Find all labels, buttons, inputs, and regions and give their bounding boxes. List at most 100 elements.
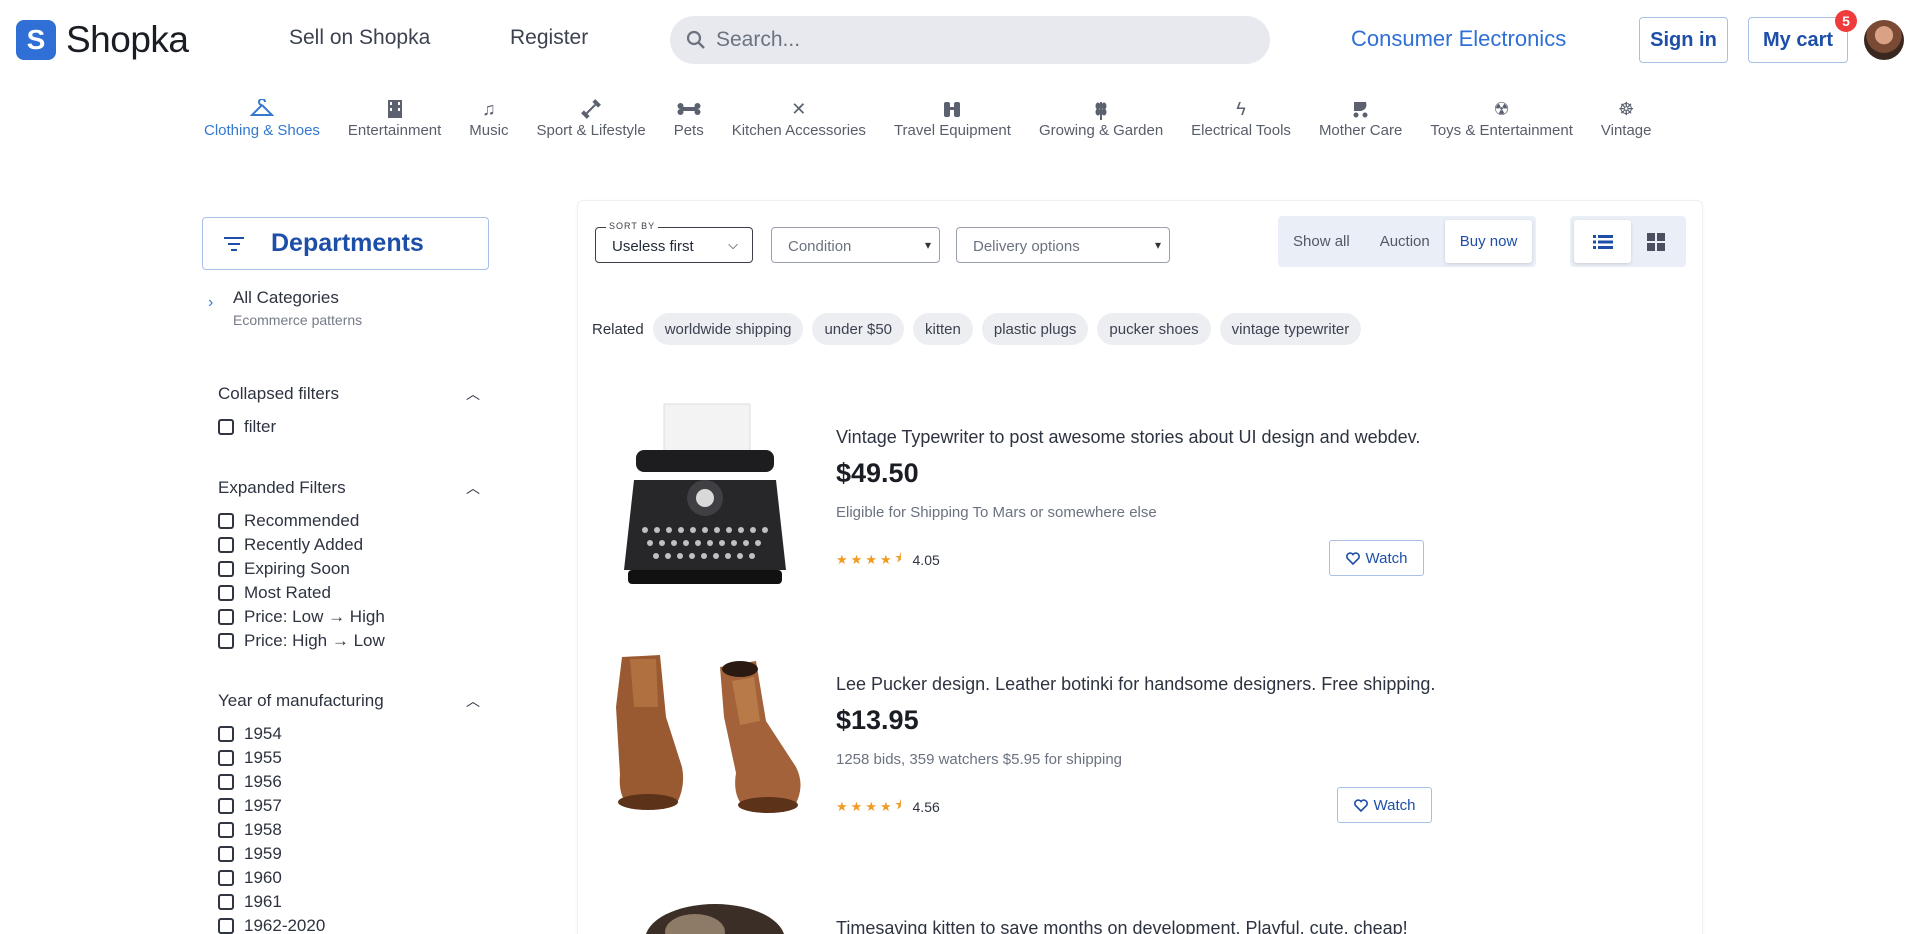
- checkbox[interactable]: [218, 633, 234, 649]
- filter-group-title: Year of manufacturing: [218, 691, 384, 710]
- checkbox[interactable]: [218, 561, 234, 577]
- related-chip[interactable]: plastic plugs: [981, 313, 1089, 345]
- related-chip[interactable]: kitten: [913, 313, 973, 345]
- product-title[interactable]: Timesaving kitten to save months on deve…: [836, 918, 1408, 934]
- filter-checkbox[interactable]: 1960: [218, 866, 486, 890]
- filter-group-collapsed: Collapsed filters ︿ filter: [218, 383, 486, 439]
- filter-checkbox[interactable]: Price: High → Low: [218, 629, 486, 653]
- kitten-image[interactable]: [600, 880, 810, 934]
- chevron-up-icon[interactable]: ︿: [466, 478, 480, 498]
- shopka-logo[interactable]: S Shopka: [16, 19, 189, 61]
- category-label: Kitchen Accessories: [731, 122, 866, 139]
- filter-checkbox[interactable]: Recently Added: [218, 533, 486, 557]
- watch-button[interactable]: Watch: [1329, 540, 1424, 576]
- category-electrical-tools[interactable]: ϟ Electrical Tools: [1177, 98, 1305, 146]
- category-label: Mother Care: [1318, 122, 1403, 139]
- chevron-up-icon[interactable]: ︿: [466, 691, 480, 711]
- product-title[interactable]: Vintage Typewriter to post awesome stori…: [836, 427, 1420, 448]
- checkbox[interactable]: [218, 750, 234, 766]
- category-toys-entertainment[interactable]: ☢ Toys & Entertainment: [1416, 98, 1587, 146]
- filter-checkbox[interactable]: Recommended: [218, 509, 486, 533]
- filter-checkbox[interactable]: 1955: [218, 746, 486, 770]
- category-travel-equipment[interactable]: Travel Equipment: [880, 98, 1025, 146]
- checkbox[interactable]: [218, 585, 234, 601]
- filter-group-header[interactable]: Collapsed filters ︿: [218, 383, 486, 405]
- checkbox[interactable]: [218, 537, 234, 553]
- search-icon: [686, 30, 705, 49]
- checkbox[interactable]: [218, 798, 234, 814]
- category-vintage[interactable]: ☸ Vintage: [1587, 98, 1666, 146]
- category-mother-care[interactable]: Mother Care: [1305, 98, 1416, 146]
- watch-button[interactable]: Watch: [1337, 787, 1432, 823]
- filter-checkbox[interactable]: 1954: [218, 722, 486, 746]
- checkbox[interactable]: [218, 726, 234, 742]
- search-bar[interactable]: [670, 16, 1270, 64]
- delivery-options-select[interactable]: Delivery options ▾: [956, 227, 1170, 263]
- consumer-electronics-link[interactable]: Consumer Electronics: [1351, 26, 1566, 52]
- buy-now-tab[interactable]: Buy now: [1444, 220, 1533, 263]
- category-entertainment[interactable]: Entertainment: [334, 98, 455, 146]
- chevron-down-icon: ▾: [1154, 238, 1161, 252]
- logo-mark: S: [16, 20, 56, 60]
- sign-in-button[interactable]: Sign in: [1639, 17, 1728, 63]
- chevron-down-icon: ⌵: [728, 237, 738, 252]
- typewriter-image[interactable]: [600, 400, 810, 600]
- chevron-up-icon[interactable]: ︿: [466, 384, 480, 404]
- category-label: Music: [469, 122, 509, 139]
- checkbox[interactable]: [218, 774, 234, 790]
- star-icon: ★: [865, 799, 877, 814]
- category-pets[interactable]: Pets: [660, 98, 718, 146]
- checkbox[interactable]: [218, 846, 234, 862]
- category-music[interactable]: ♫ Music: [455, 98, 522, 146]
- grid-view-button[interactable]: [1627, 220, 1684, 263]
- filter-checkbox[interactable]: 1958: [218, 818, 486, 842]
- filter-checkbox[interactable]: Most Rated: [218, 581, 486, 605]
- binoculars-icon: [942, 98, 962, 120]
- departments-button[interactable]: Departments: [202, 217, 489, 270]
- bone-icon: [677, 98, 701, 120]
- sell-link[interactable]: Sell on Shopka: [289, 26, 430, 50]
- related-chip[interactable]: vintage typewriter: [1219, 313, 1362, 345]
- filter-checkbox[interactable]: Expiring Soon: [218, 557, 486, 581]
- filter-checkbox[interactable]: 1961: [218, 890, 486, 914]
- category-sport-lifestyle[interactable]: Sport & Lifestyle: [522, 98, 659, 146]
- checkbox[interactable]: [218, 918, 234, 934]
- filter-checkbox[interactable]: 1956: [218, 770, 486, 794]
- register-link[interactable]: Register: [510, 26, 588, 50]
- filter-checkbox[interactable]: 1957: [218, 794, 486, 818]
- my-cart-button[interactable]: My cart 5: [1748, 10, 1857, 63]
- filter-checkbox[interactable]: 1962-2020: [218, 914, 486, 934]
- related-chip[interactable]: worldwide shipping: [652, 313, 804, 345]
- list-view-button[interactable]: [1574, 220, 1631, 263]
- product-title[interactable]: Lee Pucker design. Leather botinki for h…: [836, 674, 1435, 695]
- star-icon: ★: [865, 552, 877, 567]
- filter-checkbox[interactable]: 1959: [218, 842, 486, 866]
- boots-image[interactable]: [600, 647, 810, 847]
- dumbbell-icon: [580, 98, 602, 120]
- filter-group-title: Expanded Filters: [218, 478, 346, 497]
- category-nav: Clothing & Shoes Entertainment ♫ Music S…: [190, 98, 1666, 146]
- checkbox[interactable]: [218, 894, 234, 910]
- filter-checkbox[interactable]: Price: Low → High: [218, 605, 486, 629]
- checkbox[interactable]: [218, 870, 234, 886]
- filter-group-header[interactable]: Year of manufacturing ︿: [218, 690, 486, 712]
- filter-group-header[interactable]: Expanded Filters ︿: [218, 477, 486, 499]
- related-label: Related: [592, 320, 644, 338]
- checkbox[interactable]: [218, 822, 234, 838]
- condition-select[interactable]: Condition ▾: [771, 227, 940, 263]
- checkbox[interactable]: [218, 419, 234, 435]
- checkbox[interactable]: [218, 609, 234, 625]
- related-chip[interactable]: pucker shoes: [1097, 313, 1211, 345]
- category-clothing-shoes[interactable]: Clothing & Shoes: [190, 98, 334, 146]
- search-input[interactable]: [716, 28, 1236, 52]
- auction-tab[interactable]: Auction: [1365, 220, 1445, 263]
- heart-icon: [1345, 551, 1360, 565]
- show-all-tab[interactable]: Show all: [1278, 220, 1365, 263]
- category-growing-garden[interactable]: Growing & Garden: [1025, 98, 1177, 146]
- category-kitchen-accessories[interactable]: ✕ Kitchen Accessories: [718, 98, 880, 146]
- sort-by-select[interactable]: SORT BY Useless first ⌵: [595, 221, 753, 263]
- filter-checkbox[interactable]: filter: [218, 415, 486, 439]
- related-chip[interactable]: under $50: [812, 313, 905, 345]
- user-avatar[interactable]: [1864, 20, 1904, 60]
- checkbox[interactable]: [218, 513, 234, 529]
